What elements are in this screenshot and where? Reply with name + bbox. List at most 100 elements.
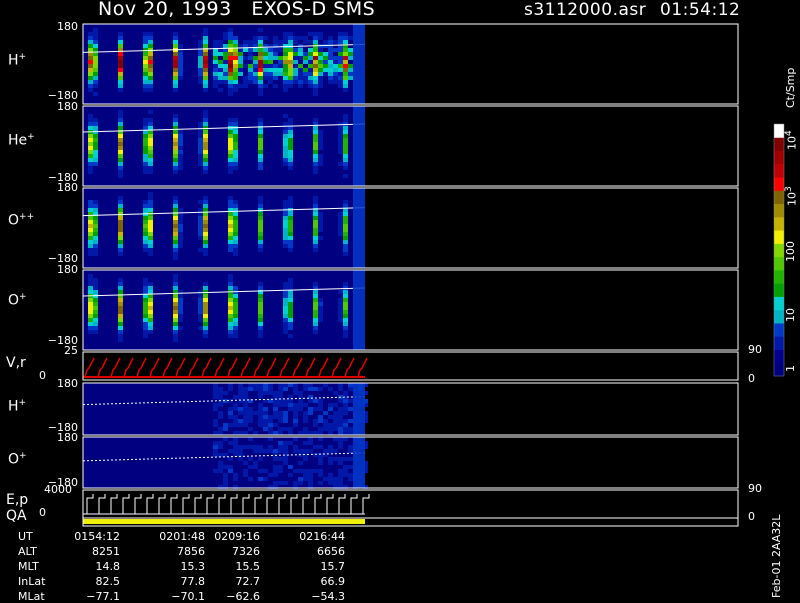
heatmap-cell [88, 236, 93, 240]
heatmap-cell [318, 399, 323, 403]
heatmap-cell [228, 240, 233, 244]
heatmap-cell [173, 240, 178, 244]
heatmap-cell [118, 170, 123, 174]
heatmap-cell [288, 40, 293, 44]
heatmap-cell [203, 298, 208, 302]
heatmap-cell [248, 387, 253, 391]
heatmap-cell [278, 395, 283, 399]
heatmap-cell [118, 64, 123, 68]
heatmap-cell [223, 481, 228, 485]
heatmap-cell [318, 162, 323, 166]
heatmap-cell [88, 200, 93, 204]
heatmap-cell [253, 64, 258, 68]
heatmap-cell [118, 56, 123, 60]
heatmap-cell [328, 44, 333, 48]
heatmap-cell [173, 224, 178, 228]
heatmap-cell [268, 415, 273, 419]
heatmap-cell [203, 130, 208, 134]
heatmap-cell [248, 64, 253, 68]
heatmap-cell [338, 407, 343, 411]
heatmap-cell [338, 461, 343, 465]
heatmap-cell [288, 431, 293, 435]
heatmap-cell [243, 469, 248, 473]
heatmap-cell [283, 427, 288, 431]
heatmap-cell [318, 415, 323, 419]
heatmap-cell [338, 162, 343, 166]
heatmap-cell [328, 461, 333, 465]
heatmap-cell [263, 84, 268, 88]
heatmap-cell [88, 204, 93, 208]
heatmap-cell [313, 146, 318, 150]
heatmap-cell [203, 330, 208, 334]
heatmap-cell [273, 423, 278, 427]
heatmap-cell [253, 387, 258, 391]
heatmap-cell [228, 122, 233, 126]
heatmap-cell [143, 138, 148, 142]
heatmap-cell [248, 465, 253, 469]
heatmap-cell [143, 286, 148, 290]
heatmap-cell [313, 84, 318, 88]
heatmap-cell [198, 52, 203, 56]
heatmap-cell [218, 441, 223, 445]
heatmap-cell [238, 48, 243, 52]
heatmap-cell [298, 431, 303, 435]
heatmap-cell [233, 298, 238, 302]
tick-he-top: 180 [57, 100, 78, 113]
heatmap-cell [93, 306, 98, 310]
heatmap-cell [318, 403, 323, 407]
heatmap-cell [338, 383, 343, 387]
heatmap-cell [228, 200, 233, 204]
heatmap-cell [298, 469, 303, 473]
heatmap-cell [288, 154, 293, 158]
heatmap-cell [203, 204, 208, 208]
heatmap-cell [148, 142, 153, 146]
heatmap-cell [283, 142, 288, 146]
heatmap-cell [253, 461, 258, 465]
heatmap-cell [118, 146, 123, 150]
heatmap-cell [143, 330, 148, 334]
heatmap-cell [233, 52, 238, 56]
heatmap-cell [343, 330, 348, 334]
heatmap-cell [148, 118, 153, 122]
heatmap-cell [203, 302, 208, 306]
table-cell: 8251 [92, 545, 120, 558]
heatmap-cell [213, 403, 218, 407]
heatmap-cell [323, 64, 328, 68]
heatmap-cell [283, 298, 288, 302]
heatmap-cell [228, 302, 233, 306]
heatmap-cell [93, 314, 98, 318]
heatmap-cell [228, 407, 233, 411]
heatmap-cell [88, 220, 93, 224]
heatmap-cell [93, 224, 98, 228]
heatmap-cell [148, 216, 153, 220]
heatmap-cell [268, 76, 273, 80]
heatmap-cell [148, 126, 153, 130]
heatmap-cell [288, 473, 293, 477]
heatmap-cell [343, 130, 348, 134]
heatmap-cell [283, 449, 288, 453]
heatmap-cell [288, 142, 293, 146]
heatmap-cell [293, 72, 298, 76]
table-cell: 82.5 [95, 575, 121, 588]
heatmap-cell [293, 481, 298, 485]
heatmap-cell [93, 158, 98, 162]
heatmap-cell [258, 326, 263, 330]
heatmap-cell [343, 314, 348, 318]
heatmap-cell [333, 40, 338, 44]
heatmap-cell [198, 306, 203, 310]
heatmap-cell [228, 244, 233, 248]
heatmap-cell [338, 232, 343, 236]
heatmap-cell [143, 52, 148, 56]
heatmap-cell [148, 306, 153, 310]
heatmap-cell [203, 282, 208, 286]
heatmap-cell [143, 310, 148, 314]
heatmap-cell [288, 162, 293, 166]
heatmap-cell [308, 52, 313, 56]
heatmap-cell [258, 80, 263, 84]
heatmap-cell [278, 40, 283, 44]
heatmap-cell [328, 36, 333, 40]
heatmap-cell [253, 72, 258, 76]
heatmap-cell [263, 56, 268, 60]
heatmap-cell [93, 154, 98, 158]
heatmap-cell [118, 126, 123, 130]
